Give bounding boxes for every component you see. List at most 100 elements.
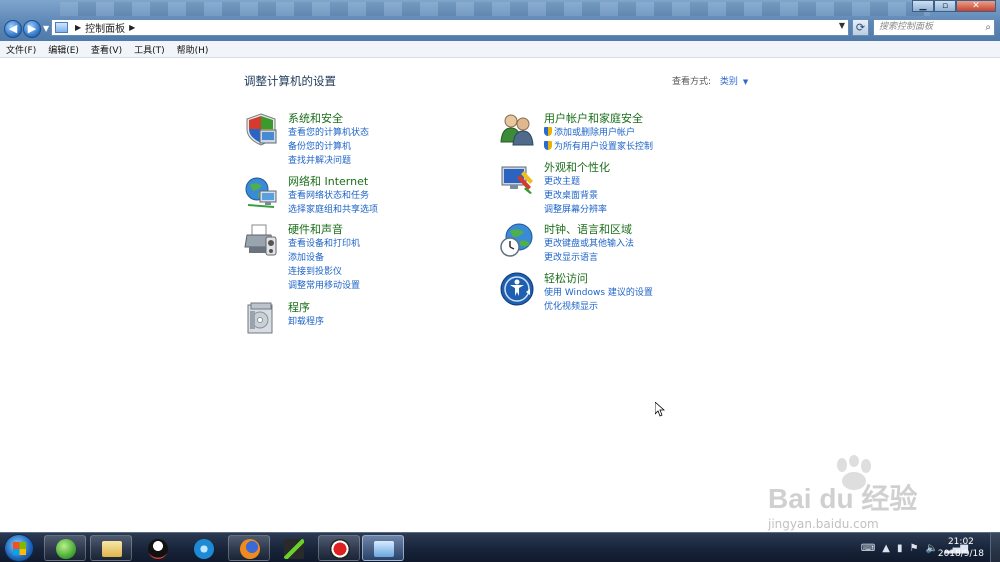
clock-date: 2018/9/18 <box>937 549 984 559</box>
link-mobility-settings[interactable]: 调整常用移动设置 <box>288 279 360 293</box>
taskbar-app-1[interactable] <box>44 535 86 561</box>
record-icon <box>330 539 350 559</box>
link-add-device[interactable]: 添加设备 <box>288 251 360 265</box>
globe-clock-icon[interactable] <box>500 223 534 257</box>
baidu-watermark: Bai du 经验 jingyan.baidu.com <box>760 455 960 531</box>
address-bar[interactable]: ▶ 控制面板 ▶ ▼ <box>51 19 849 36</box>
mouse-cursor-icon <box>655 402 665 417</box>
taskbar-app-8[interactable] <box>362 535 404 561</box>
link-add-remove-accounts[interactable]: 添加或删除用户帐户 <box>544 126 653 140</box>
chevron-down-icon[interactable]: ▼ <box>743 78 748 86</box>
forward-button[interactable]: ▶ <box>23 20 41 38</box>
appearance-icon[interactable] <box>500 161 534 195</box>
volume-icon[interactable]: 🔈 <box>925 543 937 554</box>
control-panel-icon <box>374 541 394 557</box>
arrow-right-icon: ▶ <box>27 22 37 35</box>
back-button[interactable]: ◀ <box>4 20 22 38</box>
link-parental-controls[interactable]: 为所有用户设置家长控制 <box>544 140 653 154</box>
view-by-control: 查看方式: 类别 ▼ <box>672 74 748 87</box>
category-heading[interactable]: 外观和个性化 <box>544 161 610 175</box>
menu-file[interactable]: 文件(F) <box>6 43 36 56</box>
taskbar-app-2[interactable] <box>90 535 132 561</box>
link-homegroup-sharing[interactable]: 选择家庭组和共享选项 <box>288 203 378 217</box>
search-input[interactable]: 搜索控制面板 ⌕ <box>873 19 995 36</box>
taskbar-app-4[interactable] <box>182 535 224 561</box>
network-icon[interactable] <box>244 175 278 209</box>
users-icon[interactable] <box>500 112 534 146</box>
taskbar-app-3[interactable] <box>136 535 178 561</box>
ease-of-access-icon[interactable] <box>500 272 534 306</box>
show-hidden-icons-icon[interactable]: ▲ <box>882 543 890 554</box>
breadcrumb-separator-icon[interactable]: ▶ <box>129 23 135 32</box>
menu-edit[interactable]: 编辑(E) <box>48 43 79 56</box>
maximize-button[interactable]: ▫ <box>934 0 956 12</box>
link-windows-recommended-settings[interactable]: 使用 Windows 建议的设置 <box>544 286 653 300</box>
link-change-theme[interactable]: 更改主题 <box>544 175 610 189</box>
link-text: 为所有用户设置家长控制 <box>554 142 654 152</box>
breadcrumb-separator-icon[interactable]: ▶ <box>75 23 81 32</box>
link-desktop-background[interactable]: 更改桌面背景 <box>544 189 610 203</box>
link-text: 添加或删除用户帐户 <box>554 128 636 138</box>
keyboard-icon[interactable]: ⌨ <box>861 543 875 554</box>
link-keyboard-input[interactable]: 更改键盘或其他输入法 <box>544 237 634 251</box>
start-button[interactable] <box>4 534 34 562</box>
view-by-label: 查看方式: <box>672 77 712 87</box>
link-view-computer-status[interactable]: 查看您的计算机状态 <box>288 126 369 140</box>
close-button[interactable]: ✕ <box>956 0 996 12</box>
link-screen-resolution[interactable]: 调整屏幕分辨率 <box>544 203 610 217</box>
view-by-dropdown[interactable]: 类别 <box>720 77 738 87</box>
link-network-status[interactable]: 查看网络状态和任务 <box>288 189 378 203</box>
printer-icon[interactable] <box>244 223 278 257</box>
menu-help[interactable]: 帮助(H) <box>177 43 209 56</box>
programs-icon[interactable] <box>244 301 278 335</box>
link-devices-printers[interactable]: 查看设备和打印机 <box>288 237 360 251</box>
window-titlebar: ▁ ▫ ✕ ◀ ▶ ▼ ▶ 控制面板 ▶ ▼ ⟳ 搜索控制面板 ⌕ <box>0 0 1000 41</box>
clock-time: 21:02 <box>947 537 974 547</box>
link-troubleshoot[interactable]: 查找并解决问题 <box>288 154 369 168</box>
menu-view[interactable]: 查看(V) <box>91 43 122 56</box>
battery-icon[interactable]: ▮ <box>897 543 903 554</box>
page-title: 调整计算机的设置 <box>244 74 336 88</box>
arrow-left-icon: ◀ <box>8 22 18 35</box>
category-heading[interactable]: 轻松访问 <box>544 272 653 286</box>
link-uninstall-program[interactable]: 卸载程序 <box>288 315 324 329</box>
link-backup-computer[interactable]: 备份您的计算机 <box>288 140 369 154</box>
firefox-icon <box>240 539 260 559</box>
app-green-icon <box>56 539 76 559</box>
category-heading[interactable]: 用户帐户和家庭安全 <box>544 112 653 126</box>
search-icon[interactable]: ⌕ <box>985 20 991 35</box>
minimize-button[interactable]: ▁ <box>912 0 934 12</box>
category-heading[interactable]: 硬件和声音 <box>288 223 360 237</box>
taskbar-app-7[interactable] <box>318 535 360 561</box>
taskbar-app-6[interactable] <box>272 535 314 561</box>
search-placeholder: 搜索控制面板 <box>879 22 934 32</box>
recent-pages-dropdown[interactable]: ▼ <box>43 24 49 33</box>
menu-bar: 文件(F) 编辑(E) 查看(V) 工具(T) 帮助(H) <box>0 41 1000 58</box>
windows-logo-icon <box>13 542 26 555</box>
control-panel-icon <box>55 22 68 33</box>
watermark-url: jingyan.baidu.com <box>768 517 879 531</box>
link-connect-projector[interactable]: 连接到投影仪 <box>288 265 360 279</box>
menu-tools[interactable]: 工具(T) <box>134 43 165 56</box>
flag-icon[interactable]: ⚑ <box>910 543 919 554</box>
taskbar-app-5[interactable] <box>228 535 270 561</box>
show-desktop-button[interactable] <box>990 533 1000 562</box>
refresh-button[interactable]: ⟳ <box>852 19 869 36</box>
category-heading[interactable]: 系统和安全 <box>288 112 369 126</box>
taskbar-clock[interactable]: 21:02 2018/9/18 <box>938 536 984 560</box>
watermark-brand: Bai du 经验 <box>768 483 918 514</box>
category-heading[interactable]: 网络和 Internet <box>288 175 378 189</box>
titlebar-background-strip <box>60 2 930 16</box>
link-optimize-visual-display[interactable]: 优化视频显示 <box>544 300 653 314</box>
category-heading[interactable]: 程序 <box>288 301 324 315</box>
uac-shield-icon <box>544 141 552 150</box>
uac-shield-icon <box>544 127 552 136</box>
address-history-dropdown[interactable]: ▼ <box>839 21 845 30</box>
file-explorer-icon <box>102 541 122 557</box>
window-controls: ▁ ▫ ✕ <box>912 0 996 12</box>
link-display-language[interactable]: 更改显示语言 <box>544 251 634 265</box>
video-app-icon <box>194 539 214 559</box>
category-heading[interactable]: 时钟、语言和区域 <box>544 223 634 237</box>
breadcrumb-control-panel[interactable]: 控制面板 <box>85 20 125 35</box>
shield-icon[interactable] <box>244 112 278 146</box>
